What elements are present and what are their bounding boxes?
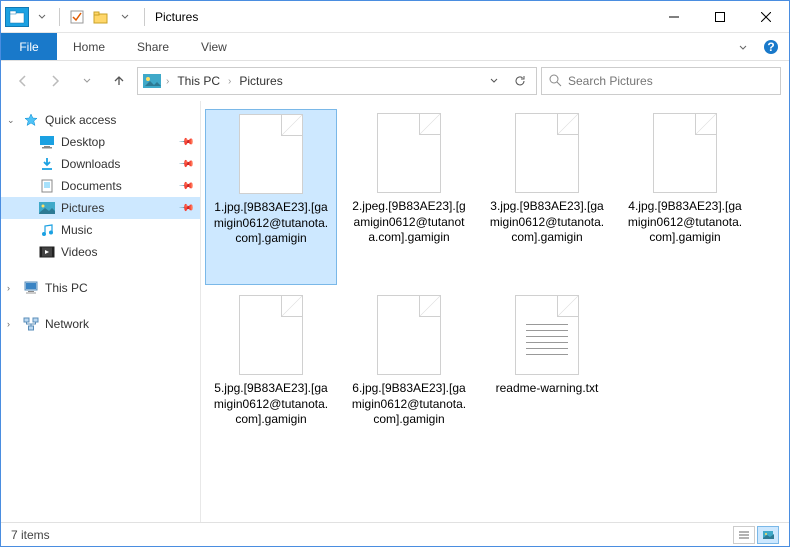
divider — [59, 8, 60, 26]
file-name: 3.jpg.[9B83AE23].[gamigin0612@tutanota.c… — [485, 199, 609, 246]
title-bar: Pictures — [1, 1, 789, 33]
search-icon — [548, 73, 562, 90]
svg-text:?: ? — [767, 40, 774, 54]
ribbon: File Home Share View ? — [1, 33, 789, 61]
caret-down-icon[interactable]: ⌄ — [7, 115, 15, 126]
app-icon[interactable] — [5, 7, 29, 27]
up-button[interactable] — [105, 67, 133, 95]
sidebar-item-pictures[interactable]: Pictures 📌 — [1, 197, 200, 219]
properties-checkbox-icon[interactable] — [66, 6, 88, 28]
new-folder-icon[interactable] — [90, 6, 112, 28]
item-count: 7 items — [11, 528, 50, 542]
pin-icon: 📌 — [177, 156, 194, 173]
recent-locations-icon[interactable] — [73, 67, 101, 95]
file-item[interactable]: 1.jpg.[9B83AE23].[gamigin0612@tutanota.c… — [205, 109, 337, 285]
pin-icon: 📌 — [177, 200, 194, 217]
file-icon — [239, 114, 303, 194]
file-name: readme-warning.txt — [494, 381, 601, 397]
sidebar-item-label: Desktop — [61, 135, 105, 149]
pin-icon: 📌 — [177, 134, 194, 151]
file-item[interactable]: 6.jpg.[9B83AE23].[gamigin0612@tutanota.c… — [343, 291, 475, 467]
breadcrumb-pictures[interactable]: Pictures — [235, 74, 286, 88]
file-icon — [515, 295, 579, 375]
pictures-icon — [142, 72, 162, 90]
caret-right-icon[interactable]: › — [7, 283, 10, 293]
pin-icon: 📌 — [177, 178, 194, 195]
file-name: 5.jpg.[9B83AE23].[gamigin0612@tutanota.c… — [209, 381, 333, 428]
sidebar-network[interactable]: › Network — [1, 313, 200, 335]
help-button[interactable]: ? — [759, 35, 783, 59]
file-name: 1.jpg.[9B83AE23].[gamigin0612@tutanota.c… — [210, 200, 332, 247]
navigation-pane: ⌄ Quick access Desktop📌Downloads📌Documen… — [1, 101, 201, 524]
address-bar[interactable]: › This PC › Pictures — [137, 67, 537, 95]
sidebar-label: Network — [45, 317, 89, 331]
star-icon — [23, 112, 39, 128]
tab-home[interactable]: Home — [57, 33, 121, 60]
content-area: ⌄ Quick access Desktop📌Downloads📌Documen… — [1, 101, 789, 524]
file-item[interactable]: 3.jpg.[9B83AE23].[gamigin0612@tutanota.c… — [481, 109, 613, 285]
divider — [144, 8, 145, 26]
file-icon — [653, 113, 717, 193]
file-icon — [515, 113, 579, 193]
music-icon — [39, 222, 55, 238]
sidebar-item-label: Music — [61, 223, 92, 237]
chevron-right-icon[interactable]: › — [226, 76, 233, 87]
sidebar-item-videos[interactable]: Videos — [1, 241, 200, 263]
sidebar-this-pc[interactable]: › This PC — [1, 277, 200, 299]
details-view-button[interactable] — [733, 526, 755, 544]
sidebar-item-label: Videos — [61, 245, 97, 259]
caret-right-icon[interactable]: › — [7, 319, 10, 329]
tab-view[interactable]: View — [185, 33, 243, 60]
chevron-right-icon[interactable]: › — [164, 76, 171, 87]
desktop-icon — [39, 134, 55, 150]
file-item[interactable]: 2.jpeg.[9B83AE23].[gamigin0612@tutanota.… — [343, 109, 475, 285]
videos-icon — [39, 244, 55, 260]
file-name: 2.jpeg.[9B83AE23].[gamigin0612@tutanota.… — [347, 199, 471, 246]
file-name: 4.jpg.[9B83AE23].[gamigin0612@tutanota.c… — [623, 199, 747, 246]
sidebar-label: This PC — [45, 281, 88, 295]
navigation-row: › This PC › Pictures — [1, 61, 789, 101]
sidebar-label: Quick access — [45, 113, 116, 127]
sidebar-item-downloads[interactable]: Downloads 📌 — [1, 153, 200, 175]
address-dropdown-icon[interactable] — [482, 76, 506, 86]
refresh-icon[interactable] — [508, 75, 532, 87]
status-bar: 7 items — [1, 522, 789, 546]
search-box[interactable] — [541, 67, 781, 95]
maximize-button[interactable] — [697, 1, 743, 33]
file-item[interactable]: 4.jpg.[9B83AE23].[gamigin0612@tutanota.c… — [619, 109, 751, 285]
pictures-icon — [39, 200, 55, 216]
back-button[interactable] — [9, 67, 37, 95]
sidebar-item-documents[interactable]: Documents 📌 — [1, 175, 200, 197]
sidebar-item-music[interactable]: Music — [1, 219, 200, 241]
close-button[interactable] — [743, 1, 789, 33]
file-item[interactable]: 5.jpg.[9B83AE23].[gamigin0612@tutanota.c… — [205, 291, 337, 467]
file-icon — [239, 295, 303, 375]
breadcrumb-this-pc[interactable]: This PC — [173, 74, 224, 88]
forward-button[interactable] — [41, 67, 69, 95]
expand-ribbon-icon[interactable] — [729, 33, 757, 60]
computer-icon — [23, 280, 39, 296]
documents-icon — [39, 178, 55, 194]
qat-customize-icon[interactable] — [114, 6, 136, 28]
sidebar-quick-access[interactable]: ⌄ Quick access — [1, 109, 200, 131]
file-name: 6.jpg.[9B83AE23].[gamigin0612@tutanota.c… — [347, 381, 471, 428]
file-tab[interactable]: File — [1, 33, 57, 60]
qat-down-icon[interactable] — [31, 6, 53, 28]
sidebar-item-label: Pictures — [61, 201, 104, 215]
window-title: Pictures — [155, 10, 198, 24]
search-input[interactable] — [568, 74, 774, 88]
sidebar-item-label: Documents — [61, 179, 122, 193]
sidebar-item-label: Downloads — [61, 157, 120, 171]
sidebar-item-desktop[interactable]: Desktop 📌 — [1, 131, 200, 153]
quick-access-toolbar — [1, 6, 140, 28]
file-item[interactable]: readme-warning.txt — [481, 291, 613, 467]
minimize-button[interactable] — [651, 1, 697, 33]
file-icon — [377, 113, 441, 193]
tab-share[interactable]: Share — [121, 33, 185, 60]
thumbnails-view-button[interactable] — [757, 526, 779, 544]
file-icon — [377, 295, 441, 375]
file-list[interactable]: 1.jpg.[9B83AE23].[gamigin0612@tutanota.c… — [201, 101, 789, 524]
network-icon — [23, 316, 39, 332]
downloads-icon — [39, 156, 55, 172]
